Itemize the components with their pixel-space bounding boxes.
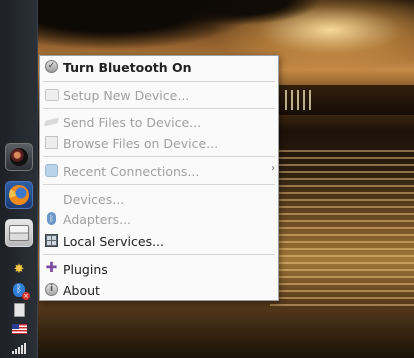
menu-item-label: Adapters... bbox=[63, 211, 132, 227]
camera-app-icon[interactable] bbox=[5, 143, 33, 171]
us-flag-keyboard-icon[interactable] bbox=[11, 321, 27, 337]
menu-separator bbox=[43, 81, 275, 82]
menu-separator bbox=[43, 108, 275, 109]
menu-item-label: Local Services... bbox=[63, 233, 165, 249]
menu-item-label: Send Files to Device... bbox=[63, 114, 202, 130]
network-signal-icon[interactable] bbox=[11, 340, 27, 356]
menu-separator bbox=[43, 254, 275, 255]
menu-item-label: Plugins bbox=[63, 261, 108, 277]
send-files-icon bbox=[43, 114, 60, 129]
menu-item-plugins[interactable]: ✚ Plugins bbox=[40, 259, 278, 279]
menu-item-about[interactable]: i About bbox=[40, 280, 278, 300]
menu-item-setup-new-device[interactable]: Setup New Device... bbox=[40, 85, 278, 105]
bluetooth-icon: ᛒ bbox=[44, 211, 59, 226]
power-toggle-icon: ✓ bbox=[44, 59, 59, 74]
puzzle-piece-icon: ✚ bbox=[45, 260, 58, 276]
local-services-icon bbox=[44, 233, 59, 248]
menu-separator bbox=[43, 156, 275, 157]
menu-item-devices[interactable]: Devices... bbox=[40, 189, 278, 209]
updates-icon[interactable]: ✸ bbox=[11, 262, 27, 278]
wallpaper-water bbox=[270, 150, 414, 310]
device-setup-icon bbox=[44, 87, 59, 102]
menu-item-label: Browse Files on Device... bbox=[63, 135, 219, 151]
menu-item-label: About bbox=[63, 282, 100, 298]
menu-item-send-files[interactable]: Send Files to Device... bbox=[40, 112, 278, 132]
side-panel: ✸ ᛒ × bbox=[0, 0, 38, 358]
browse-files-icon bbox=[44, 135, 59, 150]
file-manager-icon[interactable] bbox=[5, 219, 33, 247]
menu-separator bbox=[43, 184, 275, 185]
firefox-icon[interactable] bbox=[5, 181, 33, 209]
bluetooth-disabled-icon[interactable]: ᛒ × bbox=[11, 282, 30, 300]
menu-item-recent-connections[interactable]: Recent Connections... › bbox=[40, 161, 278, 181]
menu-item-label: Turn Bluetooth On bbox=[63, 59, 192, 75]
menu-item-browse-files[interactable]: Browse Files on Device... bbox=[40, 133, 278, 153]
wallpaper-dock bbox=[285, 90, 315, 110]
menu-item-label: Devices... bbox=[63, 191, 125, 207]
bluetooth-context-menu: ✓ Turn Bluetooth On Setup New Device... … bbox=[39, 55, 279, 301]
info-icon: i bbox=[44, 282, 59, 297]
menu-item-turn-bluetooth-on[interactable]: ✓ Turn Bluetooth On bbox=[40, 57, 278, 77]
recent-connections-icon bbox=[44, 163, 59, 178]
clipboard-icon[interactable] bbox=[11, 302, 27, 318]
submenu-arrow-icon: › bbox=[271, 163, 275, 174]
menu-item-label: Setup New Device... bbox=[63, 87, 190, 103]
menu-item-label: Recent Connections... bbox=[63, 163, 200, 179]
menu-item-adapters[interactable]: ᛒ Adapters... bbox=[40, 209, 278, 229]
menu-item-local-services[interactable]: Local Services... bbox=[40, 231, 278, 251]
